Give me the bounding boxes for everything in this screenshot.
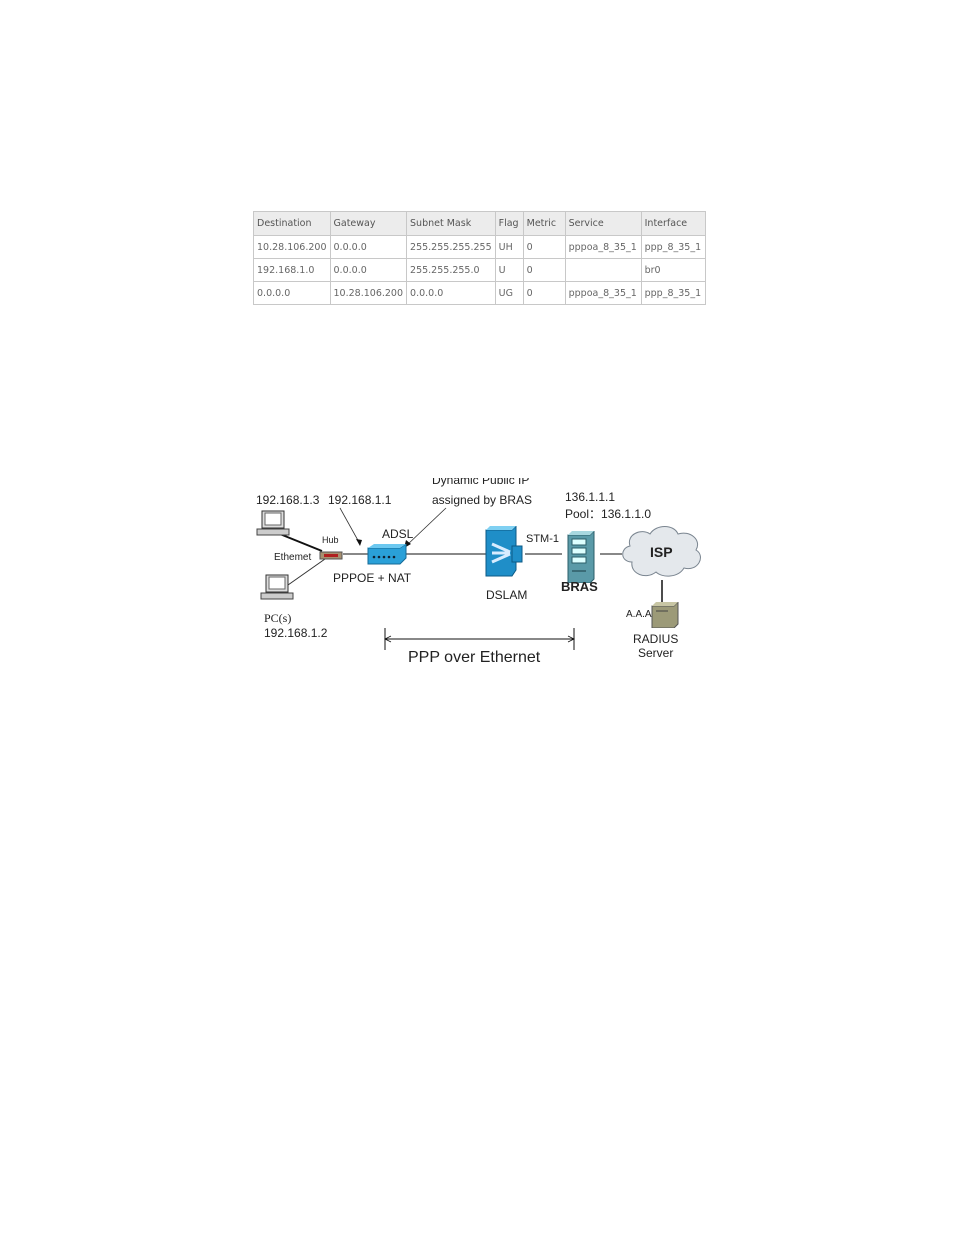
table-cell: pppoa_8_35_1 bbox=[564, 281, 642, 305]
table-header-row: Destination Gateway Subnet Mask Flag Met… bbox=[253, 211, 706, 236]
radius-label-line2: Server bbox=[638, 646, 674, 660]
dynamic-ip-label-line1: Dynamic Public IP bbox=[432, 478, 530, 487]
column-header: Destination bbox=[253, 211, 331, 236]
column-header: Flag bbox=[494, 211, 524, 236]
router-ip-label: 192.168.1.1 bbox=[328, 493, 392, 507]
pc-icon bbox=[260, 574, 294, 600]
aaa-label: A.A.A bbox=[626, 609, 652, 620]
routing-table: Destination Gateway Subnet Mask Flag Met… bbox=[253, 211, 706, 305]
bras-ip-label: 136.1.1.1 bbox=[565, 490, 616, 504]
table-cell: U bbox=[494, 258, 524, 282]
hub-label: Hub bbox=[322, 535, 339, 545]
pc-icon bbox=[256, 510, 290, 536]
dslam-label: DSLAM bbox=[486, 588, 528, 602]
column-header: Subnet Mask bbox=[406, 211, 496, 236]
table-cell: 0.0.0.0 bbox=[329, 258, 408, 282]
column-header: Interface bbox=[640, 211, 706, 236]
table-cell bbox=[564, 258, 642, 282]
bras-label: BRAS bbox=[561, 579, 598, 594]
table-cell: UH bbox=[494, 235, 524, 259]
router-ip-pointer bbox=[339, 507, 361, 545]
table-cell: 0.0.0.0 bbox=[253, 281, 331, 305]
hub-icon bbox=[319, 551, 343, 560]
stm-label: STM-1 bbox=[526, 533, 559, 545]
radius-label-line1: RADIUS bbox=[633, 632, 679, 646]
table-cell: br0 bbox=[640, 258, 706, 282]
table-cell: 255.255.255.255 bbox=[406, 235, 496, 259]
dynamic-ip-label-line2: assigned by BRAS bbox=[432, 493, 533, 507]
table-cell: 10.28.106.200 bbox=[329, 281, 408, 305]
table-cell: pppoa_8_35_1 bbox=[564, 235, 642, 259]
table-cell: UG bbox=[494, 281, 524, 305]
column-header: Gateway bbox=[329, 211, 408, 236]
pc1-ip-label: 192.168.1.3 bbox=[256, 493, 320, 507]
isp-label: ISP bbox=[650, 544, 673, 560]
table-cell: 0.0.0.0 bbox=[406, 281, 496, 305]
table-cell: 10.28.106.200 bbox=[253, 235, 331, 259]
pc2-ip-label: 192.168.1.2 bbox=[264, 626, 328, 640]
table-cell: ppp_8_35_1 bbox=[640, 281, 706, 305]
router-mode-label: PPPOE + NAT bbox=[333, 571, 412, 585]
bras-server-icon bbox=[567, 531, 595, 583]
table-cell: 192.168.1.0 bbox=[253, 258, 331, 282]
pppoe-span-label: PPP over Ethernet bbox=[408, 649, 541, 666]
table-cell: 0 bbox=[522, 281, 566, 305]
network-diagram: 192.168.1.3 192.168.1.1 Dynamic Public I… bbox=[240, 478, 720, 678]
table-cell: 0 bbox=[522, 235, 566, 259]
table-cell: 0.0.0.0 bbox=[329, 235, 408, 259]
table-cell: 0 bbox=[522, 258, 566, 282]
radius-server-icon bbox=[651, 602, 679, 628]
table-row: 0.0.0.0 10.28.106.200 0.0.0.0 UG 0 pppoa… bbox=[253, 281, 706, 305]
adsl-router-icon bbox=[367, 544, 407, 565]
adsl-label: ADSL bbox=[382, 527, 414, 541]
dslam-icon bbox=[485, 526, 523, 577]
pc2-label: PC(s) bbox=[264, 611, 292, 625]
bras-pool-label: Pool：136.1.1.0 bbox=[565, 507, 652, 521]
ethernet-label: Ethemet bbox=[274, 552, 312, 563]
table-row: 192.168.1.0 0.0.0.0 255.255.255.0 U 0 br… bbox=[253, 258, 706, 282]
table-row: 10.28.106.200 0.0.0.0 255.255.255.255 UH… bbox=[253, 235, 706, 259]
column-header: Service bbox=[564, 211, 642, 236]
table-cell: ppp_8_35_1 bbox=[640, 235, 706, 259]
table-cell: 255.255.255.0 bbox=[406, 258, 496, 282]
arrowhead bbox=[356, 539, 362, 546]
column-header: Metric bbox=[522, 211, 566, 236]
